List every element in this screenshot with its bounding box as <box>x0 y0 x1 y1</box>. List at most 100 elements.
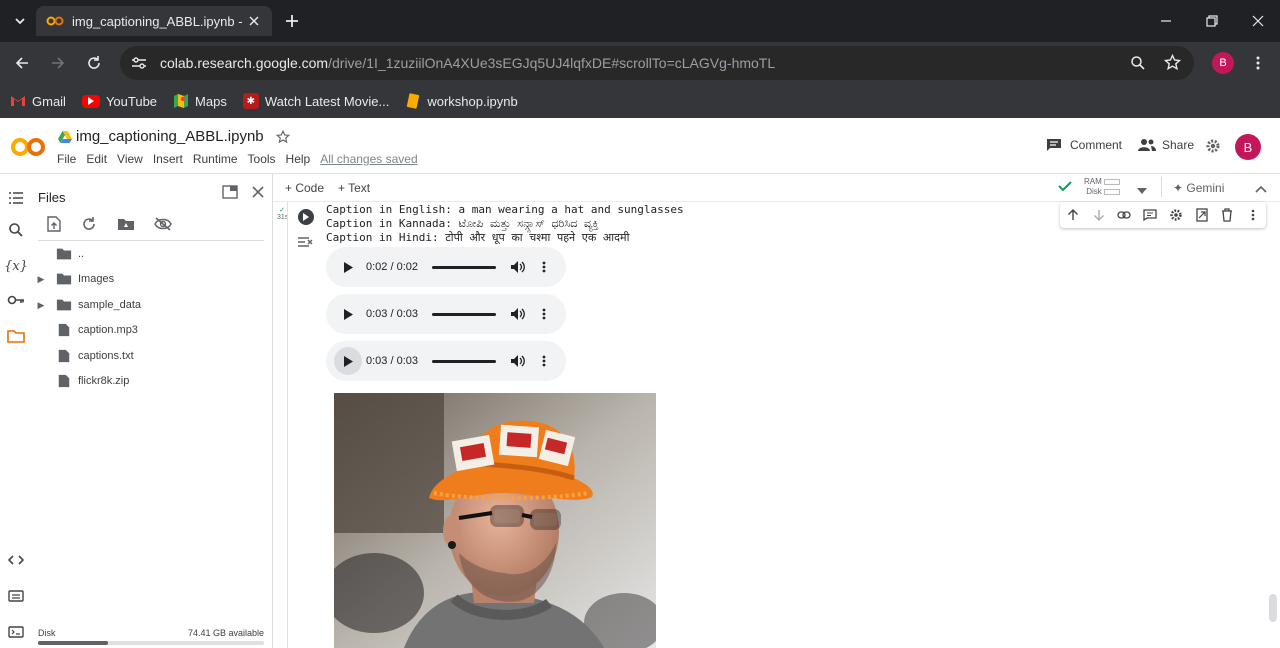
minimize-icon[interactable] <box>1153 8 1179 34</box>
exec-status: ✓ 31s <box>277 207 289 221</box>
open-in-tab-icon[interactable] <box>220 182 240 202</box>
add-code-button[interactable]: + Code <box>285 181 324 195</box>
mount-drive-icon[interactable] <box>116 214 136 234</box>
audio-more-icon[interactable] <box>532 302 556 326</box>
site-info-icon[interactable] <box>124 48 154 78</box>
back-icon[interactable] <box>10 51 34 75</box>
play-icon[interactable] <box>334 300 362 328</box>
settings-gear-icon[interactable] <box>1205 138 1221 154</box>
expand-caret-icon[interactable]: ▶ <box>32 300 50 311</box>
share-button[interactable]: Share <box>1138 138 1194 152</box>
refresh-icon[interactable] <box>79 214 99 234</box>
profile-avatar[interactable]: B <box>1212 52 1234 74</box>
forward-icon[interactable] <box>46 51 70 75</box>
audio-more-icon[interactable] <box>532 255 556 279</box>
notebook-title[interactable]: img_captioning_ABBL.ipynb <box>58 128 290 145</box>
star-icon[interactable] <box>275 129 290 144</box>
variables-icon[interactable]: {x} <box>4 256 28 276</box>
audio-more-icon[interactable] <box>532 349 556 373</box>
save-status[interactable]: All changes saved <box>320 152 417 166</box>
audio-player[interactable]: 0:03 / 0:03 <box>326 341 566 381</box>
gmail-icon <box>10 93 26 109</box>
tree-item-label: Images <box>78 273 115 285</box>
code-snippets-icon[interactable] <box>6 550 26 570</box>
audio-progress-bar[interactable] <box>432 359 496 363</box>
tree-item-sample-data[interactable]: ▶ sample_data <box>32 295 141 315</box>
play-icon[interactable] <box>334 347 362 375</box>
mirror-cell-icon[interactable] <box>1193 206 1211 224</box>
notebook-main: + Code + Text RAM Disk ✦ Gemini ✓ 31s Ca… <box>273 174 1280 648</box>
expand-caret-icon[interactable]: ▶ <box>32 274 50 285</box>
close-panel-icon[interactable] <box>248 182 268 202</box>
restore-icon[interactable] <box>1199 8 1225 34</box>
menu-file[interactable]: File <box>57 152 76 166</box>
tree-item-captions-txt[interactable]: captions.txt <box>32 346 134 366</box>
menu-edit[interactable]: Edit <box>86 152 107 166</box>
command-palette-icon[interactable] <box>6 586 26 606</box>
upload-file-icon[interactable] <box>44 214 64 234</box>
bookmark-maps[interactable]: Maps <box>173 93 227 109</box>
audio-player[interactable]: 0:03 / 0:03 <box>326 294 566 334</box>
comment-icon[interactable] <box>1141 206 1159 224</box>
bookmark-star-icon[interactable] <box>1163 53 1182 74</box>
volume-icon[interactable] <box>506 302 530 326</box>
reload-icon[interactable] <box>82 51 106 75</box>
zoom-icon[interactable] <box>1130 55 1146 74</box>
youtube-icon <box>81 94 100 108</box>
menu-runtime[interactable]: Runtime <box>193 152 238 166</box>
scrollbar-thumb[interactable] <box>1269 594 1277 622</box>
user-avatar[interactable]: B <box>1235 134 1261 160</box>
volume-icon[interactable] <box>506 255 530 279</box>
resource-indicator[interactable]: RAM Disk <box>1084 177 1121 197</box>
tree-item-images[interactable]: ▶ Images <box>32 269 115 289</box>
play-icon[interactable] <box>334 253 362 281</box>
notebook-toolbar: + Code + Text RAM Disk ✦ Gemini <box>273 174 1280 202</box>
tree-item-parent[interactable]: .. <box>32 244 84 264</box>
delete-icon[interactable] <box>1218 206 1236 224</box>
move-down-icon[interactable] <box>1090 206 1108 224</box>
bookmark-gmail[interactable]: Gmail <box>10 93 66 109</box>
clear-output-icon[interactable] <box>297 235 315 253</box>
cell-settings-gear-icon[interactable] <box>1167 206 1185 224</box>
menu-insert[interactable]: Insert <box>153 152 183 166</box>
move-up-icon[interactable] <box>1064 206 1082 224</box>
search-icon[interactable] <box>6 220 26 240</box>
omnibox[interactable]: colab.research.google.com/drive/1I_1zuzi… <box>120 46 1194 80</box>
table-of-contents-icon[interactable] <box>6 188 26 208</box>
runtime-dropdown-icon[interactable] <box>1137 183 1147 197</box>
folder-icon <box>56 299 72 311</box>
colab-logo[interactable] <box>10 136 46 158</box>
tree-item-flickr8k-zip[interactable]: flickr8k.zip <box>32 371 129 391</box>
tree-item-caption-mp3[interactable]: caption.mp3 <box>32 320 138 340</box>
tab-close-icon[interactable] <box>246 13 262 29</box>
chrome-menu-icon[interactable] <box>1246 51 1270 75</box>
connected-check-icon[interactable] <box>1058 180 1072 195</box>
file-icon <box>58 349 70 363</box>
volume-icon[interactable] <box>506 349 530 373</box>
gemini-button[interactable]: ✦ Gemini <box>1173 181 1224 195</box>
new-tab-icon[interactable] <box>279 8 305 34</box>
menu-help[interactable]: Help <box>286 152 311 166</box>
link-icon[interactable] <box>1115 206 1133 224</box>
files-folder-icon[interactable] <box>6 326 26 346</box>
audio-player[interactable]: 0:02 / 0:02 <box>326 247 566 287</box>
audio-progress-bar[interactable] <box>432 265 496 269</box>
bookmark-label: YouTube <box>105 93 158 109</box>
hide-files-eye-icon[interactable] <box>153 214 173 234</box>
run-cell-button[interactable] <box>298 209 314 225</box>
more-options-icon[interactable] <box>1244 206 1262 224</box>
window-close-icon[interactable] <box>1245 8 1271 34</box>
bookmark-workshop[interactable]: workshop.ipynb <box>405 93 518 109</box>
browser-tab-active[interactable]: img_captioning_ABBL.ipynb - C <box>36 6 272 36</box>
bookmark-movies[interactable]: ✱ Watch Latest Movie... <box>242 93 389 109</box>
tab-search-icon[interactable] <box>7 8 33 34</box>
secrets-key-icon[interactable] <box>6 290 26 310</box>
add-text-button[interactable]: + Text <box>338 181 370 195</box>
bookmark-youtube[interactable]: YouTube <box>81 93 158 109</box>
collapse-chevron-icon[interactable] <box>1255 182 1267 196</box>
menu-tools[interactable]: Tools <box>248 152 276 166</box>
audio-progress-bar[interactable] <box>432 312 496 316</box>
terminal-icon[interactable] <box>6 622 26 642</box>
menu-view[interactable]: View <box>117 152 143 166</box>
comment-button[interactable]: Comment <box>1046 138 1122 152</box>
